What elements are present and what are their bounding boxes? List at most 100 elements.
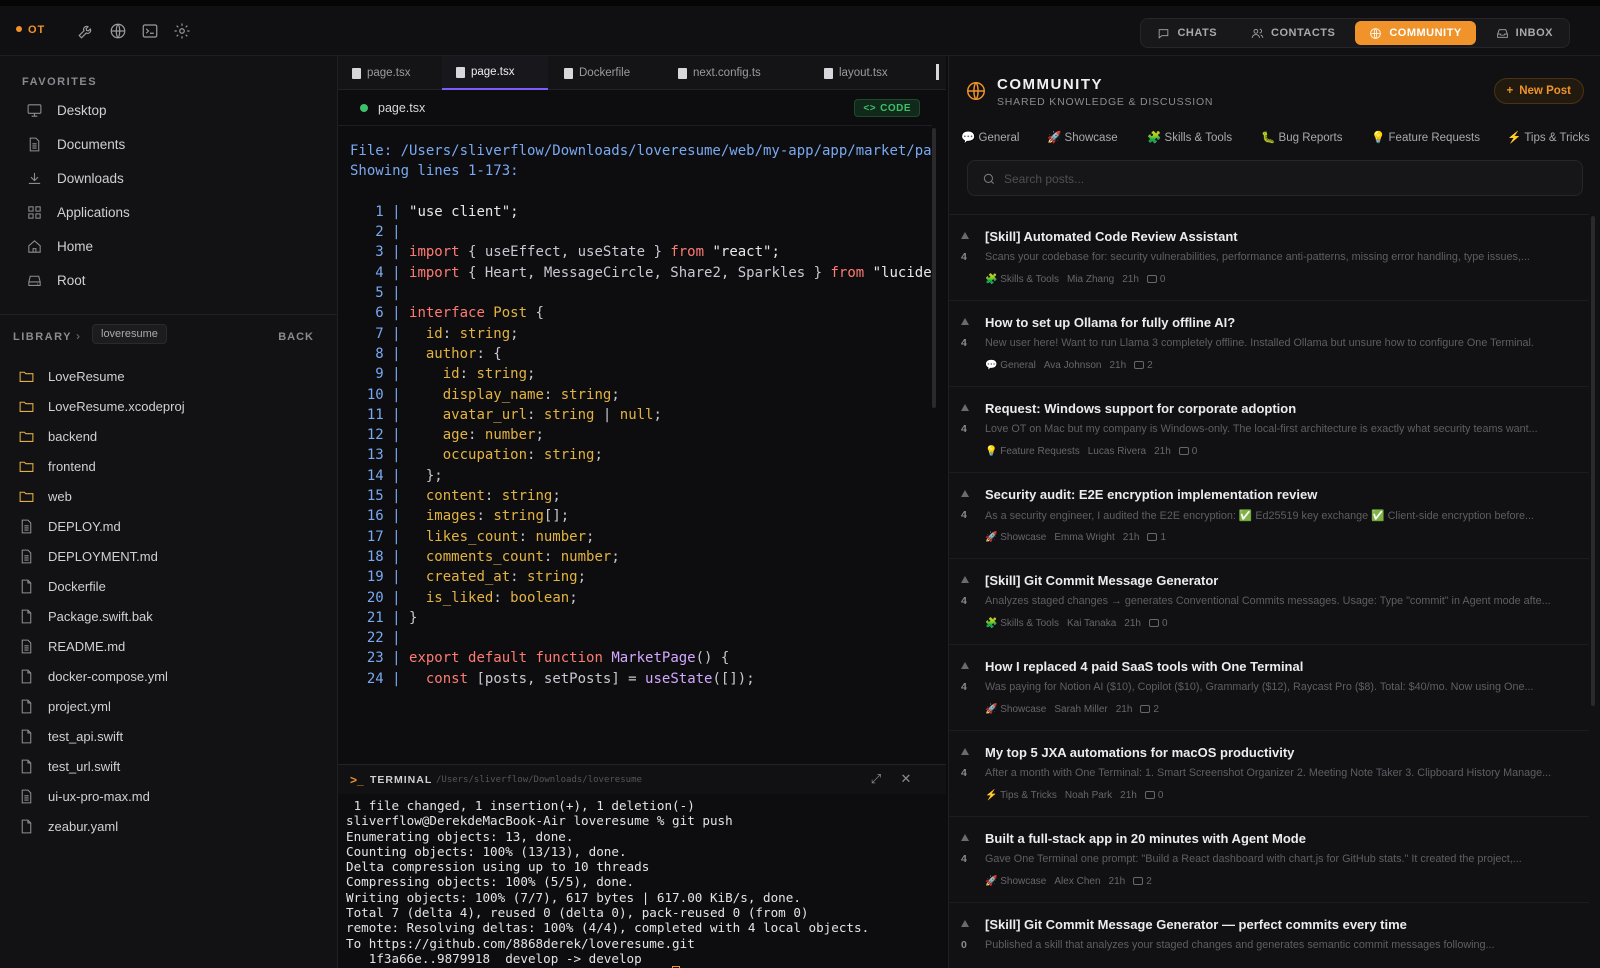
- category-tab[interactable]: 🚀 Showcase: [1047, 130, 1118, 144]
- wrench-icon[interactable]: [77, 22, 97, 42]
- post-item[interactable]: 4 Security audit: E2E encryption implemen…: [949, 473, 1589, 559]
- upvote-icon[interactable]: [961, 748, 969, 755]
- file-list-item[interactable]: project.yml: [18, 693, 318, 719]
- sidebar-item-root[interactable]: Root: [26, 266, 316, 294]
- chevron-right-icon: ›: [76, 329, 80, 343]
- new-post-button[interactable]: + New Post: [1493, 78, 1584, 104]
- code-token: string: [543, 406, 595, 423]
- sidebar-item-home[interactable]: Home: [26, 232, 316, 260]
- sidebar-item-desktop[interactable]: Desktop: [26, 96, 316, 124]
- post-title[interactable]: My top 5 JXA automations for macOS produ…: [985, 745, 1294, 760]
- sidebar-item-documents[interactable]: Documents: [26, 130, 316, 158]
- file-list-item[interactable]: README.md: [18, 633, 318, 659]
- tab-page-tsx-1[interactable]: page.tsx: [352, 56, 448, 90]
- post-item[interactable]: 4 Built a full-stack app in 20 minutes wi…: [949, 817, 1589, 903]
- file-list-item[interactable]: LoveResume: [18, 363, 318, 389]
- back-button[interactable]: BACK: [278, 331, 314, 343]
- post-item[interactable]: 4 How to set up Ollama for fully offline …: [949, 301, 1589, 387]
- post-item[interactable]: 4 How I replaced 4 paid SaaS tools with O…: [949, 645, 1589, 731]
- close-icon[interactable]: ✕: [898, 771, 914, 787]
- expand-icon[interactable]: ⤢: [868, 771, 884, 787]
- file-list-item[interactable]: LoveResume.xcodeproj: [18, 393, 318, 419]
- nav-community[interactable]: COMMUNITY: [1355, 21, 1476, 45]
- file-list-item[interactable]: zeabur.yaml: [18, 813, 318, 839]
- file-list-item[interactable]: frontend: [18, 453, 318, 479]
- category-tab[interactable]: 💡 Feature Requests: [1371, 130, 1480, 144]
- tab-layout-tsx[interactable]: layout.tsx: [824, 56, 924, 90]
- code-view[interactable]: File: /Users/sliverflow/Downloads/lovere…: [338, 128, 932, 764]
- post-item[interactable]: 4 [Skill] Git Commit Message Generator Ana…: [949, 559, 1589, 645]
- code-token: () {: [695, 650, 730, 667]
- file-list-item[interactable]: backend: [18, 423, 318, 449]
- file-list-item[interactable]: Package.swift.bak: [18, 603, 318, 629]
- line-number: 14 |: [350, 467, 410, 484]
- comment-icon: [1133, 877, 1144, 885]
- library-breadcrumb[interactable]: loveresume: [92, 324, 167, 344]
- post-item[interactable]: 0 [Skill] Git Commit Message Generator — …: [949, 903, 1589, 968]
- post-meta: 💡 Feature Requests Lucas Rivera 21h 0: [985, 446, 1197, 457]
- nav-chats[interactable]: CHATS: [1143, 21, 1231, 45]
- post-title[interactable]: How I replaced 4 paid SaaS tools with On…: [985, 659, 1303, 674]
- post-title[interactable]: Built a full-stack app in 20 minutes wit…: [985, 831, 1306, 846]
- feed-scrollbar[interactable]: [1591, 216, 1595, 706]
- post-item[interactable]: 4 My top 5 JXA automations for macOS prod…: [949, 731, 1589, 817]
- upvote-icon[interactable]: [961, 834, 969, 841]
- post-comments: 0: [1146, 274, 1165, 285]
- tab-page-tsx-2[interactable]: page.tsx: [442, 56, 548, 90]
- nav-inbox[interactable]: INBOX: [1482, 21, 1567, 45]
- gear-icon[interactable]: [173, 22, 193, 42]
- post-item[interactable]: 4 Request: Windows support for corporate …: [949, 387, 1589, 473]
- post-title[interactable]: [Skill] Automated Code Review Assistant: [985, 229, 1238, 244]
- post-title[interactable]: [Skill] Git Commit Message Generator: [985, 573, 1218, 588]
- post-title[interactable]: Security audit: E2E encryption implement…: [985, 487, 1317, 502]
- file-list-item[interactable]: DEPLOYMENT.md: [18, 543, 318, 569]
- code-mode-badge[interactable]: <> CODE: [854, 99, 920, 117]
- tab-next-config[interactable]: next.config.ts: [678, 56, 798, 90]
- category-tab[interactable]: 🐛 Bug Reports: [1261, 130, 1342, 144]
- post-snippet: New user here! Want to run Llama 3 compl…: [985, 337, 1534, 349]
- sidebar-item-applications[interactable]: Applications: [26, 198, 316, 226]
- sidebar-item-downloads[interactable]: Downloads: [26, 164, 316, 192]
- code-token: ;: [611, 386, 620, 403]
- library-title: LIBRARY: [13, 331, 72, 343]
- search-input[interactable]: [1004, 169, 1564, 189]
- post-author: Kai Tanaka: [1066, 618, 1117, 629]
- upvote-icon[interactable]: [961, 662, 969, 669]
- globe-icon[interactable]: [109, 22, 129, 42]
- category-tab[interactable]: ⚡ Tips & Tricks: [1507, 130, 1590, 144]
- upvote-icon[interactable]: [961, 404, 969, 411]
- vote-count: 4: [961, 767, 967, 779]
- upvote-icon[interactable]: [961, 232, 969, 239]
- category-tab[interactable]: 💬 General: [961, 130, 1019, 144]
- file-list-item[interactable]: test_url.swift: [18, 753, 318, 779]
- code-token: "use client";: [409, 203, 519, 220]
- terminal-output[interactable]: 1 file changed, 1 insertion(+), 1 deleti…: [338, 794, 938, 968]
- chat-icon: [1159, 28, 1169, 39]
- tab-dockerfile[interactable]: Dockerfile: [564, 56, 664, 90]
- code-token: :: [459, 366, 477, 383]
- monitor-icon: [27, 103, 42, 117]
- terminal-icon[interactable]: [141, 22, 161, 42]
- file-list-item[interactable]: test_api.swift: [18, 723, 318, 749]
- editor-scrollbar[interactable]: [932, 128, 936, 408]
- upvote-icon[interactable]: [961, 490, 969, 497]
- post-title[interactable]: How to set up Ollama for fully offline A…: [985, 315, 1235, 330]
- file-list-item[interactable]: web: [18, 483, 318, 509]
- file-list-item[interactable]: Dockerfile: [18, 573, 318, 599]
- category-tab[interactable]: 🧩 Skills & Tools: [1147, 130, 1232, 144]
- file-list-item[interactable]: ui-ux-pro-max.md: [18, 783, 318, 809]
- file-list-item[interactable]: docker-compose.yml: [18, 663, 318, 689]
- post-title[interactable]: [Skill] Git Commit Message Generator — p…: [985, 917, 1407, 932]
- upvote-icon[interactable]: [961, 318, 969, 325]
- nav-contacts[interactable]: CONTACTS: [1237, 21, 1349, 45]
- upvote-icon[interactable]: [961, 920, 969, 927]
- category-tabs: 💬 General 🚀 Showcase 🧩 Skills & Tools 🐛 Bug…: [949, 122, 1600, 152]
- post-item[interactable]: 4 [Skill] Automated Code Review Assistant…: [949, 215, 1589, 301]
- brand-logo[interactable]: OT: [16, 24, 45, 36]
- line-number: 20 |: [350, 589, 410, 606]
- file-list-item[interactable]: DEPLOY.md: [18, 513, 318, 539]
- post-title[interactable]: Request: Windows support for corporate a…: [985, 401, 1296, 416]
- upvote-icon[interactable]: [961, 576, 969, 583]
